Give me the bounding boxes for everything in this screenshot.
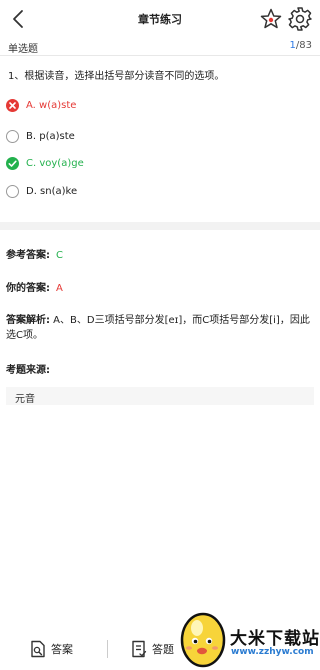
question-text: 1、根据读音，选择出括号部分读音不同的选项。 [8,71,225,82]
answer-analysis: 答案解析: A、B、D三项括号部分发[eɪ]，而C项括号部分发[i]，因此选C项… [6,313,314,343]
answer-button-label: 答案 [51,643,73,656]
source-row: 考题来源: [6,361,50,376]
watermark-url: www.zzhyw.com [231,647,314,657]
radio-unselected-icon [6,129,19,143]
source-label: 考题来源: [6,365,50,376]
question-type-label: 单选题 [8,44,38,55]
correct-check-icon [6,156,19,170]
option-a[interactable]: A. w(a)ste [6,97,76,113]
wrong-mark-icon [6,98,19,112]
radio-unselected-icon [6,184,19,198]
analysis-label: 答案解析: [6,315,50,326]
source-box: 元音 [6,387,314,405]
mascot-egg-logo [180,612,226,668]
your-answer-label: 你的答案: [6,283,50,294]
answer-card-icon [132,640,147,658]
star-icon[interactable] [259,7,283,31]
option-a-label: A. w(a)ste [26,99,77,111]
answer-sheet-button[interactable]: 答题 [131,638,174,660]
answer-sheet-icon [31,640,45,658]
answer-sheet-button-label: 答题 [152,643,174,656]
question-counter: 1/83 [290,40,312,51]
option-d[interactable]: D. sn(a)ke [6,183,77,199]
reference-answer-row: 参考答案: C [6,246,63,261]
analysis-text: A、B、D三项括号部分发[eɪ]，而C项括号部分发[i]，因此选C项。 [6,315,310,341]
watermark: 大米下载站 www.zzhyw.com [175,606,320,670]
option-b-label: B. p(a)ste [26,130,75,142]
your-answer-row: 你的答案: A [6,279,63,294]
reference-answer-value: C [56,250,63,261]
reference-answer-label: 参考答案: [6,250,50,261]
gear-icon[interactable] [287,6,313,32]
total-questions: /83 [295,40,312,51]
option-b[interactable]: B. p(a)ste [6,128,75,144]
option-c-label: C. voy(a)ge [26,157,84,169]
question-type-bar: 单选题 1/83 [0,38,320,56]
watermark-brand: 大米下载站 [230,629,320,649]
your-answer-value: A [56,283,63,294]
answer-button[interactable]: 答案 [30,638,73,660]
source-value: 元音 [15,394,35,405]
nav-bar: 章节练习 [0,0,320,38]
option-d-label: D. sn(a)ke [26,185,78,197]
bottom-divider [107,640,108,658]
section-divider [0,222,320,230]
option-c[interactable]: C. voy(a)ge [6,155,84,171]
